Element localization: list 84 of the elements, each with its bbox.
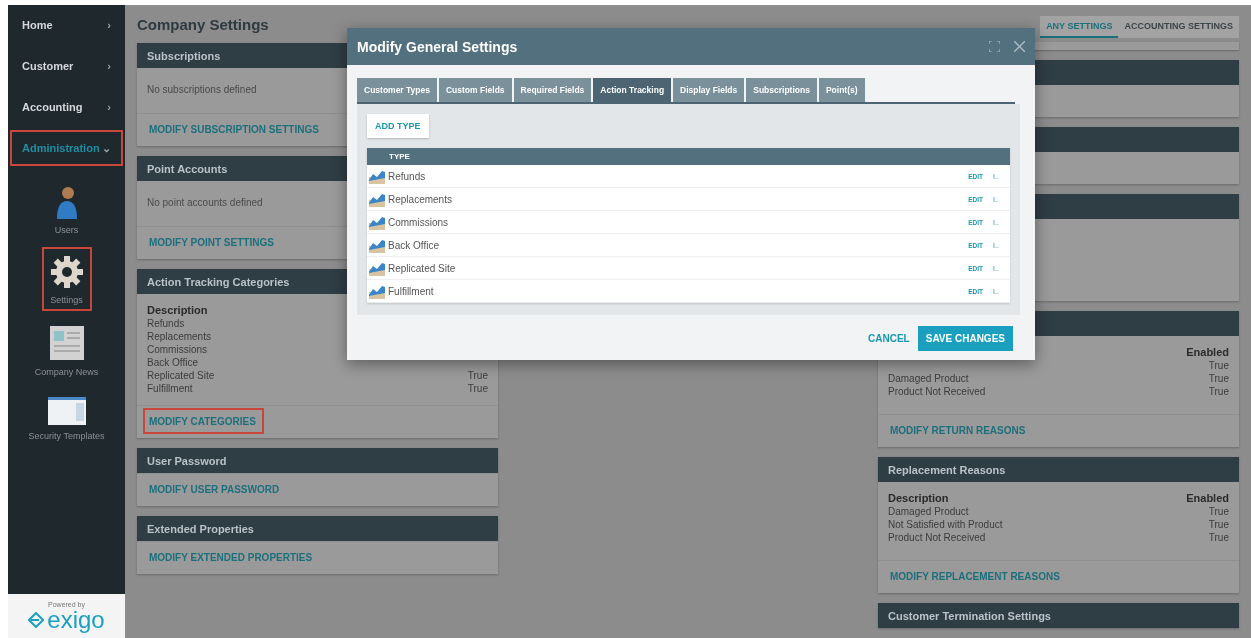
column-header: Description <box>147 304 208 317</box>
page-title: Company Settings <box>137 14 270 35</box>
chart-icon <box>369 283 385 299</box>
dialog-tab[interactable]: Customer Types <box>357 78 437 102</box>
chart-icon <box>369 214 385 230</box>
chart-icon <box>369 260 385 276</box>
modify-link[interactable]: MODIFY EXTENDED PROPERTIES <box>143 544 321 570</box>
menu-item[interactable]: Accounting › <box>10 89 123 125</box>
add-type-button[interactable]: ADD TYPE <box>367 114 429 138</box>
chart-icon <box>369 237 385 253</box>
description-text: Damaged Product <box>888 372 969 385</box>
dialog-tab[interactable]: Required Fields <box>513 78 592 102</box>
menu-item[interactable]: Home › <box>10 7 123 43</box>
description-text: Damaged Product <box>888 505 969 518</box>
column-header: Description <box>888 492 949 505</box>
type-name: Fulfillment <box>388 285 435 297</box>
close-icon[interactable] <box>1014 41 1025 52</box>
chevron-icon: › <box>107 19 111 31</box>
newspaper-icon <box>48 325 85 361</box>
gear-icon <box>49 255 84 289</box>
save-changes-button[interactable]: SAVE CHANGES <box>917 326 1013 351</box>
app-label: Users <box>54 225 79 235</box>
description-text: Fulfillment <box>147 382 193 395</box>
cancel-link[interactable]: CANCEL <box>868 333 910 344</box>
dialog-tab[interactable]: Point(s) <box>818 78 865 102</box>
description-text: Not Satisfied with Product <box>888 518 1003 531</box>
type-name: Replacements <box>388 193 453 205</box>
enabled-value: True <box>1208 372 1229 385</box>
description-text: Replacements <box>147 330 211 343</box>
description-text: Back Office <box>147 356 198 369</box>
expand-icon[interactable] <box>989 41 1000 52</box>
modify-link[interactable]: MODIFY POINT SETTINGS <box>143 229 282 255</box>
card-title: Extended Properties <box>137 516 498 541</box>
app-tile[interactable]: Settings <box>41 247 92 311</box>
app-tile[interactable]: Users <box>46 175 87 241</box>
window-icon <box>47 397 86 425</box>
logo-icon <box>28 611 45 628</box>
app-label: Settings <box>50 295 83 305</box>
chevron-icon: › <box>107 60 111 72</box>
app-tile[interactable]: Security Templates <box>20 389 113 447</box>
type-name: Commissions <box>388 216 449 228</box>
settings-tab[interactable]: ACCOUNTING SETTINGS <box>1118 16 1239 38</box>
dialog-tab[interactable]: Subscriptions <box>746 78 817 102</box>
chart-icon <box>369 168 385 184</box>
settings-tab[interactable]: ANY SETTINGS <box>1040 16 1119 38</box>
dialog-tab[interactable]: Action Tracking <box>593 78 672 102</box>
app-tile[interactable]: Company News <box>26 317 107 383</box>
column-header: Enabled <box>1186 346 1229 359</box>
enabled-value: True <box>1208 531 1229 544</box>
dialog-tab[interactable]: Display Fields <box>673 78 745 102</box>
app-label: Security Templates <box>28 431 105 441</box>
card-title: Replacement Reasons <box>878 457 1239 482</box>
column-header: TYPE <box>367 148 1010 165</box>
app-label: Company News <box>34 367 99 377</box>
card-title: User Password <box>137 448 498 473</box>
modify-link[interactable]: MODIFY CATEGORIES <box>143 408 264 434</box>
description-text: Replicated Site <box>147 369 215 382</box>
card-text: No subscriptions defined <box>147 84 257 95</box>
card-text: No point accounts defined <box>147 197 263 208</box>
enabled-value: True <box>467 382 488 395</box>
description-text: Commissions <box>147 343 207 356</box>
type-name: Refunds <box>388 170 427 182</box>
modify-link[interactable]: MODIFY RETURN REASONS <box>884 417 1034 443</box>
enabled-value: True <box>467 369 488 382</box>
enabled-value: True <box>1208 359 1229 372</box>
logo-text: exigo <box>47 607 105 632</box>
type-name: Back Office <box>388 239 440 251</box>
chart-icon <box>369 191 385 207</box>
modify-link[interactable]: MODIFY USER PASSWORD <box>143 476 288 502</box>
column-header: Enabled <box>1186 492 1229 505</box>
dialog-tab[interactable]: Custom Fields <box>439 78 512 102</box>
menu-item[interactable]: Administration ⌄ <box>10 130 123 166</box>
enabled-value: True <box>1208 505 1229 518</box>
menu-item[interactable]: Customer › <box>10 48 123 84</box>
modify-link[interactable]: MODIFY SUBSCRIPTION SETTINGS <box>143 116 327 142</box>
description-text: Product Not Received <box>888 385 986 398</box>
chevron-icon: › <box>107 101 111 113</box>
enabled-value: True <box>1208 385 1229 398</box>
description-text: Product Not Received <box>888 531 986 544</box>
modify-link[interactable]: MODIFY REPLACEMENT REASONS <box>884 563 1068 589</box>
enabled-value: True <box>1208 518 1229 531</box>
card-title: Customer Termination Settings <box>878 603 1239 628</box>
chevron-icon: ⌄ <box>102 141 111 155</box>
description-text: Refunds <box>147 317 185 330</box>
